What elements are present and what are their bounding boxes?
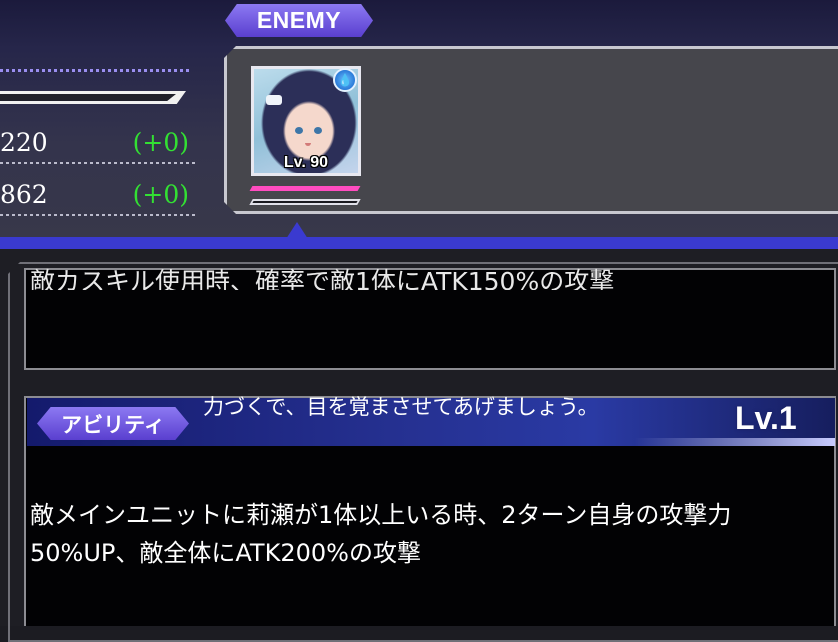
ability-tag-label: アビリティ [61,412,165,437]
stat-value: 220 [0,128,48,157]
enemy-label: ENEMY [225,4,373,37]
selection-pointer [286,222,308,239]
ability-description: 敵メインユニットに莉瀬が1体以上いる時、2ターン自身の攻撃力50%UP、敵全体に… [30,501,732,567]
header-shine [635,438,835,446]
portrait-eye [295,127,303,134]
stat-value: 862 [0,180,48,209]
sp-bar [249,199,361,205]
ability-tag: アビリティ [37,407,189,440]
water-drop-icon: 💧 [333,68,357,92]
portrait-eye [314,127,322,134]
hp-bar [249,186,361,191]
stats-divider [0,69,192,72]
portrait-mouth [305,143,311,146]
stat-underline [0,214,195,216]
stats-gauge [0,91,186,104]
stat-underline [0,162,195,164]
ability-level: Lv.1 [735,400,797,436]
hair-ribbon [266,95,282,105]
enemy-label-text: ENEMY [256,7,342,33]
skill-description: 敵カスキル使用時、確率で敵1体にATK150%の攻撃 [30,267,615,290]
stat-row-2: 862 (+0) [0,180,195,220]
unit-level: Lv. 90 [283,154,329,171]
divider-stripe [0,237,838,249]
ability-quote: 力づくで、目を覚まさせてあげましょう。 [203,395,599,419]
stat-diff: (+0) [132,180,189,209]
stat-diff: (+0) [132,128,189,157]
stat-row-1: 220 (+0) [0,128,195,168]
